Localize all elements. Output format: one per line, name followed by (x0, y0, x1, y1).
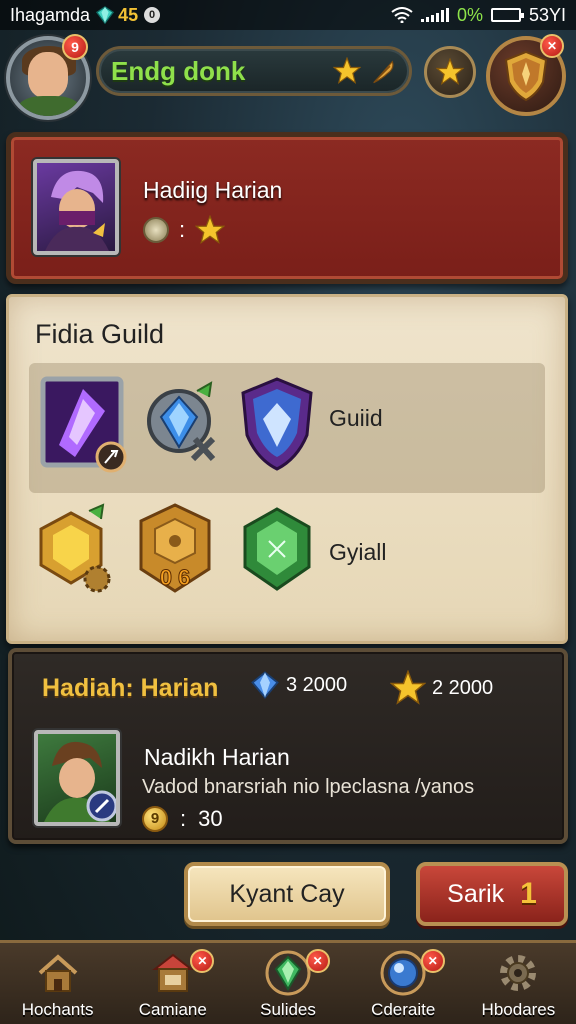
daily-featured-panel[interactable]: Hadiig Harian : (6, 132, 568, 284)
coin-icon: 9 (142, 806, 168, 832)
status-bar: Ihagamda 45 0 0% 53YI (0, 0, 576, 30)
bottom-nav: Hochants Camiane ✕ Sulides ✕ Cderaite ✕ … (0, 940, 576, 1024)
nav-badge: ✕ (420, 949, 445, 973)
nav-label: Camiane (138, 1000, 207, 1019)
guild-row-1-label: Guiid (329, 405, 383, 431)
guild-row-1: Guiid (29, 363, 545, 493)
shield-icon (504, 50, 548, 102)
orb-icon (380, 950, 426, 996)
signal-icon (420, 8, 449, 22)
feather-icon (373, 60, 394, 84)
nav-label: Sulides (260, 1000, 316, 1019)
topaz-gear-item[interactable] (29, 503, 119, 603)
emerald-item[interactable] (237, 505, 327, 605)
mission-hero-portrait[interactable] (34, 730, 120, 826)
helmet-icon (143, 217, 169, 243)
sapphire-emblem-item[interactable] (137, 377, 227, 477)
gem-count: 45 (118, 4, 139, 25)
shield-close-badge[interactable]: ✕ (540, 34, 564, 58)
crystal-card-item[interactable] (39, 375, 129, 475)
gear-icon (500, 955, 537, 991)
amethyst-shield-item[interactable] (237, 375, 327, 475)
mission-value: 30 (198, 806, 223, 831)
nav-item-settings[interactable]: Hbodares (461, 943, 576, 1024)
top-header: 9 Endg donk ✕ (0, 30, 576, 122)
player-name-plate[interactable]: Endg donk (96, 46, 412, 96)
player-name: Endg donk (111, 55, 246, 86)
nav-item-home[interactable]: Hochants (0, 943, 115, 1024)
gem-icon (265, 950, 311, 996)
favorites-button[interactable] (424, 46, 476, 98)
back-button[interactable]: Sarik 1 (416, 862, 568, 926)
star-reward: 2 2000 (390, 670, 493, 706)
gem-reward: 3 2000 (250, 670, 347, 700)
featured-separator: : (179, 217, 186, 242)
mission-separator: : (180, 806, 187, 831)
battery-percent: 0% (456, 4, 483, 25)
home-icon (38, 954, 77, 992)
avatar-level-badge: 9 (62, 34, 88, 60)
gem-icon (96, 6, 115, 24)
mission-title: Nadikh Harian (144, 744, 290, 770)
blue-gem-icon (251, 671, 279, 699)
guild-row-2-label: Gyiall (329, 539, 387, 565)
nav-item-shop[interactable]: Camiane ✕ (115, 943, 230, 1024)
nav-item-guides[interactable]: Sulides ✕ (230, 943, 345, 1024)
notification-badge: 0 (144, 7, 161, 23)
battery-icon (490, 8, 524, 22)
shop-icon (151, 953, 194, 992)
claim-button-label: Kyant Cay (229, 879, 345, 908)
amber-box-count: 0 6 (160, 565, 191, 590)
star-icon (195, 215, 226, 244)
status-app-name: Ihagamda (10, 4, 91, 25)
back-button-label: Sarik (447, 879, 505, 908)
nav-item-create[interactable]: Cderaite ✕ (346, 943, 461, 1024)
mission-description: Vadod bnarsriah nio lpeclasna /yanos (142, 776, 475, 798)
guild-title: Fidia Guild (35, 319, 165, 349)
back-button-count: 1 (520, 877, 537, 910)
nav-label: Hochants (21, 1000, 94, 1019)
star-icon (333, 57, 361, 85)
guild-row-2: 0 6 Gyiall (29, 497, 545, 627)
nav-label: Hbodares (481, 1000, 556, 1019)
star-icon (390, 670, 426, 705)
guild-panel: Fidia Guild Guiid 0 6 Gyiall (6, 294, 568, 644)
gem-reward-value: 3 2000 (286, 673, 348, 696)
star-reward-value: 2 2000 (432, 676, 494, 699)
nav-badge: ✕ (305, 949, 330, 973)
claim-button[interactable]: Kyant Cay (184, 862, 390, 926)
daily-reward-panel: Hadiah: Harian 3 2000 2 2000 Nadikh Hari… (8, 648, 568, 844)
nav-badge: ✕ (190, 949, 215, 973)
star-icon (436, 58, 464, 86)
reward-title: Hadiah: Harian (42, 674, 219, 702)
status-signal-text: 53YI (528, 4, 566, 25)
featured-title: Hadiig Harian (143, 177, 283, 203)
hero-portrait-purple[interactable] (33, 159, 119, 255)
wifi-icon (391, 7, 413, 23)
amber-box-item[interactable]: 0 6 (133, 501, 223, 601)
nav-label: Cderaite (371, 1000, 436, 1019)
